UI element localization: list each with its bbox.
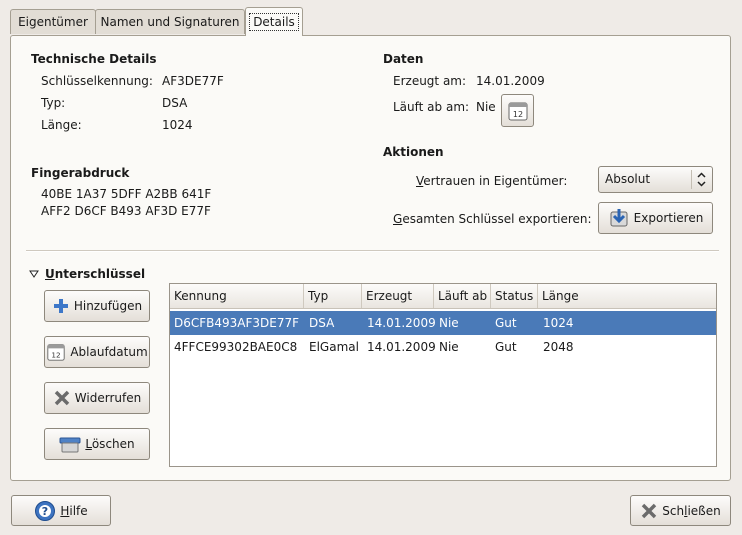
close-button-label: Schließen xyxy=(662,503,721,518)
help-button-label: Hilfe xyxy=(60,503,88,518)
table-header: Kennung Typ Erzeugt Läuft ab Status Läng… xyxy=(170,284,716,309)
type-label: Typ: xyxy=(41,96,66,110)
cell-id: D6CFB493AF3DE77F xyxy=(174,316,300,330)
cell-type: DSA xyxy=(309,316,335,330)
fingerprint-line-2: AFF2 D6CF B493 AF3D E77F xyxy=(41,204,211,218)
cell-length: 1024 xyxy=(543,316,574,330)
plus-icon xyxy=(52,297,70,315)
subkeys-heading[interactable]: Unterschlüssel xyxy=(45,266,145,282)
close-icon xyxy=(640,502,658,520)
calendar-icon-text: 12 xyxy=(512,110,522,119)
add-subkey-label: Hinzufügen xyxy=(73,299,143,313)
expires-value: Nie xyxy=(476,100,496,114)
actions-heading: Aktionen xyxy=(383,145,444,159)
close-button[interactable]: Schließen xyxy=(630,495,731,526)
table-row[interactable]: D6CFB493AF3DE77F DSA 14.01.2009 Nie Gut … xyxy=(170,311,716,335)
export-button[interactable]: Exportieren xyxy=(598,202,713,234)
subkeys-table[interactable]: Kennung Typ Erzeugt Läuft ab Status Läng… xyxy=(169,283,717,467)
help-icon: ? xyxy=(34,500,56,522)
expires-label: Läuft ab am: xyxy=(393,100,470,114)
revoke-subkey-button[interactable]: Widerrufen xyxy=(44,382,150,414)
calendar-icon: 12 xyxy=(507,100,529,122)
export-button-label: Exportieren xyxy=(633,211,704,225)
table-row[interactable]: 4FFCE99302BAE0C8 ElGamal 14.01.2009 Nie … xyxy=(170,335,716,359)
export-label: Gesamten Schlüssel exportieren: xyxy=(393,212,592,226)
subkey-expiry-label: Ablaufdatum xyxy=(70,345,148,359)
created-value: 14.01.2009 xyxy=(476,74,545,88)
created-label: Erzeugt am: xyxy=(393,74,467,88)
change-expiry-button[interactable]: 12 xyxy=(501,94,534,127)
subkey-expiry-button[interactable]: 12 Ablaufdatum xyxy=(44,336,150,368)
technical-details-heading: Technische Details xyxy=(31,52,157,66)
length-label: Länge: xyxy=(41,118,82,132)
cell-length: 2048 xyxy=(543,340,574,354)
column-header-type[interactable]: Typ xyxy=(304,284,362,308)
cell-created: 14.01.2009 xyxy=(367,316,436,330)
cell-id: 4FFCE99302BAE0C8 xyxy=(174,340,298,354)
trust-label: Vertrauen in Eigentümer: xyxy=(416,174,568,188)
trash-icon xyxy=(59,435,81,453)
key-id-value: AF3DE77F xyxy=(162,74,224,88)
spin-arrows-icon xyxy=(696,171,707,191)
tab-owner[interactable]: Eigentümer xyxy=(10,9,96,34)
fingerprint-line-1: 40BE 1A37 5DFF A2BB 641F xyxy=(41,187,212,201)
triangle-down-icon[interactable] xyxy=(29,268,39,282)
column-header-id[interactable]: Kennung xyxy=(170,284,304,308)
tab-details-label: Details xyxy=(249,13,299,31)
add-subkey-button[interactable]: Hinzufügen xyxy=(44,290,150,322)
trust-combo-value: Absolut xyxy=(605,172,651,186)
trust-combo[interactable]: Absolut xyxy=(598,166,713,193)
length-value: 1024 xyxy=(162,118,193,132)
x-icon xyxy=(53,389,71,407)
delete-subkey-button[interactable]: Löschen xyxy=(44,428,150,460)
fingerprint-heading: Fingerabdruck xyxy=(31,166,130,180)
column-header-length[interactable]: Länge xyxy=(538,284,716,308)
revoke-subkey-label: Widerrufen xyxy=(74,391,142,405)
tab-owner-label: Eigentümer xyxy=(18,15,88,29)
delete-subkey-label: Löschen xyxy=(85,437,135,451)
cell-expires: Nie xyxy=(439,340,459,354)
export-icon xyxy=(608,207,630,229)
calendar-icon: 12 xyxy=(46,342,66,362)
column-header-status[interactable]: Status xyxy=(491,284,538,308)
key-id-label: Schlüsselkennung: xyxy=(41,74,153,88)
svg-text:12: 12 xyxy=(52,350,61,359)
tab-details[interactable]: Details xyxy=(245,7,303,36)
cell-type: ElGamal xyxy=(309,340,359,354)
cell-status: Gut xyxy=(495,340,517,354)
cell-status: Gut xyxy=(495,316,517,330)
section-separator xyxy=(26,250,719,252)
help-button[interactable]: ? Hilfe xyxy=(11,495,111,526)
svg-text:?: ? xyxy=(42,505,48,518)
cell-expires: Nie xyxy=(439,316,459,330)
type-value: DSA xyxy=(162,96,188,110)
column-header-expires[interactable]: Läuft ab xyxy=(434,284,491,308)
dates-heading: Daten xyxy=(383,52,424,66)
tab-names-signatures-label: Namen und Signaturen xyxy=(100,15,240,29)
tab-names-signatures[interactable]: Namen und Signaturen xyxy=(95,9,245,34)
cell-created: 14.01.2009 xyxy=(367,340,436,354)
column-header-created[interactable]: Erzeugt xyxy=(362,284,434,308)
